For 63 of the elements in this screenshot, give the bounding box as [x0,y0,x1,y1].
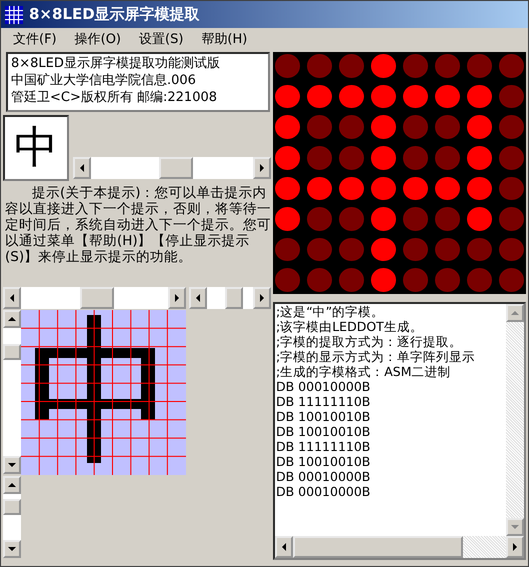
output-line: ;这是“中”的字模。 [276,304,386,319]
scroll-left-button[interactable] [3,287,21,309]
output-line: ;生成的字模格式：ASM二进制 [276,364,452,379]
menu-item[interactable]: 帮助(H) [193,30,256,48]
down-arrow-icon [8,545,16,553]
output-line: DB 00010000B [276,469,372,484]
scroll-thumb[interactable] [159,157,194,179]
scroll-right-button[interactable] [253,287,271,309]
scroll-left-button[interactable] [73,157,91,179]
output-line: DB 10010010B [276,409,372,424]
horizontal-scrollbar[interactable] [3,287,186,309]
info-line: 8×8LED显示屏字模提取功能测试版 [11,55,221,72]
grid-icon [5,6,23,24]
right-arrow-icon [173,294,181,302]
right-arrow-icon [511,543,519,551]
horizontal-scrollbar[interactable] [189,287,271,309]
output-line: DB 10010010B [276,454,372,469]
scroll-thumb[interactable] [3,344,21,360]
output-line: ;字模的提取方式为：逐行提取。 [276,334,464,349]
info-line: 管廷卫<C>版权所有 邮编:221008 [11,89,218,106]
scroll-down-button[interactable] [3,540,21,558]
hint-text[interactable]: 提示(关于本提示)：您可以单击提示内容以直接进入下一个提示，否则，将等待一定时间后，系统自动进入下一个提示。您可以通过菜单【帮助(H)】【停止显示提示(S)】来停止显示提示的功能。 [5,185,271,283]
up-arrow-icon [511,309,519,317]
up-arrow-icon [8,481,16,489]
scroll-thumb[interactable] [3,499,21,516]
down-arrow-icon [511,523,519,531]
output-line: ;字模的显示方式为：单字阵列显示 [276,349,476,364]
scroll-right-button[interactable] [253,157,271,179]
left-arrow-icon [78,164,86,172]
char-preview: 中 [3,115,69,181]
output-line: DB 00010000B [276,379,372,394]
left-arrow-icon [280,543,288,551]
right-arrow-icon [258,294,266,302]
right-arrow-icon [258,164,266,172]
scroll-left-button[interactable] [189,287,207,309]
window-title: 8×8LED显示屏字模提取 [29,5,200,24]
scroll-down-button[interactable] [3,456,21,474]
scroll-left-button[interactable] [275,536,293,558]
output-line: ;该字模由LEDDOT生成。 [276,319,424,334]
down-arrow-icon [8,461,16,469]
output-line: DB 10010010B [276,424,372,439]
scroll-thumb[interactable] [225,287,244,309]
vertical-scrollbar[interactable] [3,476,21,558]
horizontal-scrollbar[interactable] [73,157,271,179]
menu-item[interactable]: 操作(O) [66,30,130,48]
menu-item[interactable]: 设置(S) [131,30,192,48]
info-line: 中国矿业大学信电学院信息.006 [11,72,197,89]
scroll-thumb[interactable] [80,287,114,309]
left-arrow-icon [194,294,202,302]
scroll-right-button[interactable] [168,287,186,309]
scroll-thumb[interactable] [293,536,463,558]
scroll-right-button[interactable] [506,536,524,558]
output-line: DB 11111110B [276,394,372,409]
menu-item[interactable]: 文件(F) [5,30,65,48]
horizontal-scrollbar[interactable] [275,536,524,558]
output-line: DB 00010000B [276,484,372,499]
output-line: DB 11111110B [276,439,372,454]
up-arrow-icon [8,315,16,323]
scroll-up-button[interactable] [3,310,21,328]
glyph-editor-grid[interactable] [21,310,186,475]
vertical-scrollbar[interactable] [3,310,21,474]
scroll-up-button[interactable] [3,476,21,494]
left-arrow-icon [8,294,16,302]
